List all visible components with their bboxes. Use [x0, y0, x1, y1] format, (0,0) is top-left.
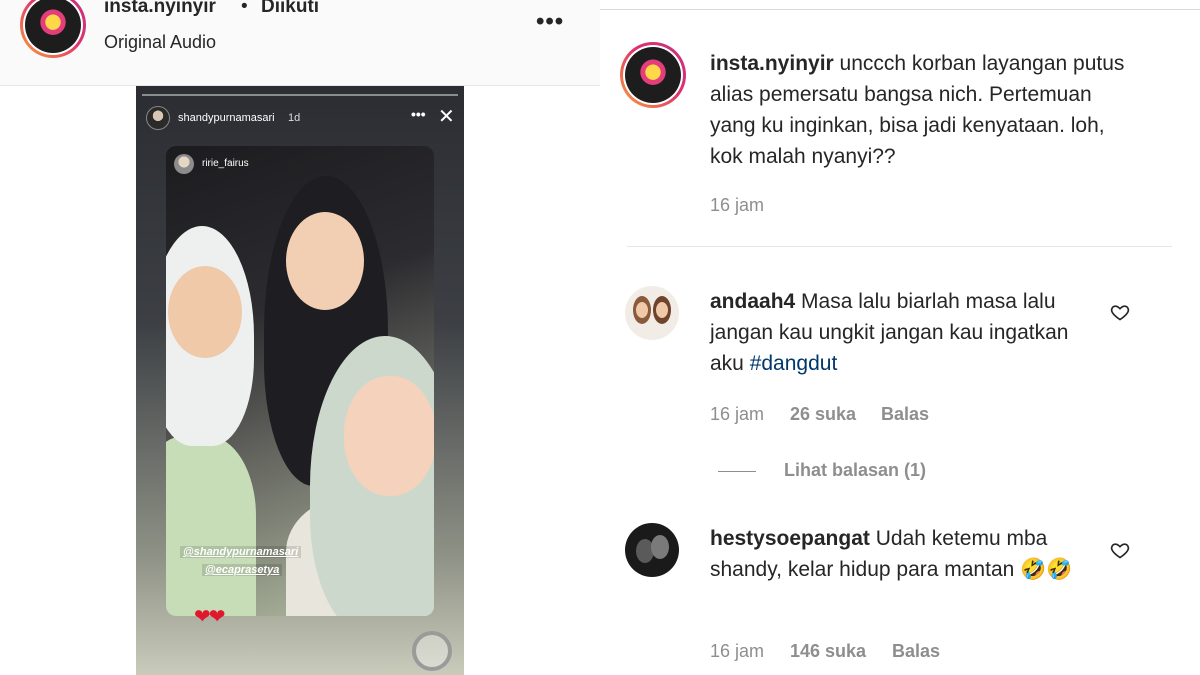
caption-time[interactable]: 16 jam — [710, 195, 764, 216]
story-avatar — [146, 106, 170, 130]
story-progress-bar — [142, 94, 458, 96]
separator-dot: • — [241, 0, 248, 17]
photo-figure — [286, 212, 364, 310]
mention-sticker: @shandypurnamasari — [180, 546, 302, 558]
comment-username-link[interactable]: hestysoepangat — [710, 527, 870, 550]
photo-figure — [166, 436, 256, 616]
heart-emoji-icon: ❤❤ — [194, 606, 225, 628]
reply-button[interactable]: Balas — [881, 404, 929, 425]
post-panel: insta.nyinyir • Diikuti Original Audio •… — [0, 0, 600, 675]
audio-link[interactable]: Original Audio — [104, 32, 216, 53]
caption-username-link[interactable]: insta.nyinyir — [710, 52, 834, 75]
story-username: shandypurnamasari — [178, 112, 275, 124]
commenter-avatar[interactable] — [625, 286, 679, 340]
post-header: insta.nyinyir • Diikuti Original Audio •… — [0, 0, 600, 86]
story-media[interactable]: shandypurnamasari 1d ••• ✕ ririe_fairus … — [136, 86, 464, 675]
profile-avatar[interactable] — [20, 0, 86, 58]
commenter-avatar[interactable] — [625, 523, 679, 577]
comment-username-link[interactable]: andaah4 — [710, 290, 795, 313]
story-close-icon: ✕ — [438, 106, 455, 128]
like-heart-icon[interactable] — [1110, 302, 1130, 322]
hashtag-link[interactable]: #dangdut — [750, 352, 838, 375]
comment: hestysoepangat Udah ketemu mba shandy, k… — [710, 523, 1090, 585]
mention-sticker: @ecaprasetya — [202, 564, 283, 576]
comment-meta: 16 jam — [710, 404, 764, 425]
comment-time[interactable]: 16 jam — [710, 641, 764, 662]
repost-username: ririe_fairus — [202, 158, 249, 169]
comments-panel: insta.nyinyir unccch korban layangan put… — [600, 0, 1200, 675]
story-more-icon: ••• — [411, 106, 426, 122]
record-button-icon — [412, 631, 452, 671]
like-count[interactable]: 26 suka — [790, 404, 856, 425]
repost-avatar — [174, 154, 194, 174]
reply-button[interactable]: Balas — [892, 641, 940, 662]
story-time: 1d — [288, 112, 301, 124]
divider — [718, 471, 756, 472]
avatar-image — [25, 0, 81, 53]
photo-figure — [168, 266, 242, 358]
view-replies-button[interactable]: Lihat balasan (1) — [784, 460, 926, 481]
comment-time[interactable]: 16 jam — [710, 404, 764, 424]
more-options-icon[interactable]: ••• — [536, 8, 564, 36]
photo-figure — [344, 376, 434, 496]
post-username-link[interactable]: insta.nyinyir — [104, 0, 216, 18]
like-count[interactable]: 146 suka — [790, 641, 866, 662]
avatar-image — [625, 47, 681, 103]
divider — [600, 9, 1200, 10]
like-heart-icon[interactable] — [1110, 540, 1130, 560]
caption-avatar[interactable] — [620, 42, 686, 108]
following-button[interactable]: Diikuti — [261, 0, 319, 18]
caption: insta.nyinyir unccch korban layangan put… — [710, 48, 1130, 172]
reposted-story-photo: ririe_fairus @shandypurnamasari @ecapras… — [166, 146, 434, 616]
comment: andaah4 Masa lalu biarlah masa lalu jang… — [710, 286, 1080, 379]
divider — [627, 246, 1172, 247]
